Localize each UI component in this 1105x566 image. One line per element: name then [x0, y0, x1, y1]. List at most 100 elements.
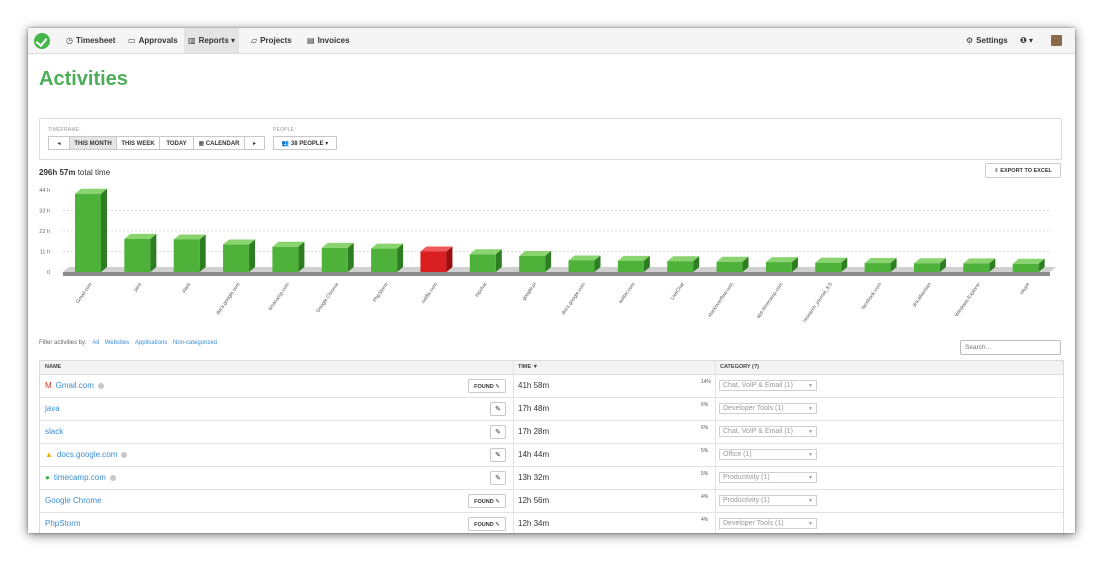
bar [617, 260, 644, 272]
this-week-button[interactable]: THIS WEEK [116, 136, 160, 150]
timecamp-icon: ● [45, 473, 50, 482]
col-name-header[interactable]: NAME [40, 361, 513, 374]
today-button[interactable]: TODAY [159, 136, 194, 150]
table-row[interactable]: ● timecamp.com ✎ 13h 32m 5% Productivity … [40, 467, 1063, 490]
timeframe-filter-panel: TIMEFRAME: PEOPLE: ◂ THIS MONTH THIS WEE… [39, 118, 1062, 160]
bar-side [347, 242, 354, 272]
category-select[interactable]: Office (1) ▼ [719, 449, 817, 460]
table-row[interactable]: slack ✎ 17h 28m 6% Chat, VoIP & Email (1… [40, 421, 1063, 444]
export-to-excel-button[interactable]: ⇩ EXPORT TO EXCEL [985, 163, 1061, 178]
table-row[interactable]: Google Chrome FOUND ✎ 12h 56m 4% Product… [40, 490, 1063, 513]
table-row[interactable]: ▲ docs.google.com ✎ 14h 44m 5% Office (1)… [40, 444, 1063, 467]
activity-name: Google Chrome [45, 490, 101, 512]
category-select[interactable]: Chat, VoIP & Email (1) ▼ [719, 426, 817, 437]
bar [1012, 263, 1039, 272]
y-tick-label: 22 h [39, 229, 50, 235]
tag-icon[interactable]: ✎ [490, 425, 506, 439]
invoice-icon: ▤ [307, 36, 315, 45]
activity-percent: 6% [701, 402, 709, 408]
activities-bar-chart: 44 h 33 h 22 h 11 h 0 Gmail.com java slack docs.… [39, 188, 1056, 324]
nav-projects[interactable]: ▱ Projects [247, 28, 296, 53]
filter-applications[interactable]: Applications [135, 340, 167, 346]
x-tick-label: google.pl [521, 282, 538, 302]
tag-icon[interactable]: ✎ [490, 402, 506, 416]
bar-side [298, 241, 305, 272]
nav-invoices[interactable]: ▤ Invoices [303, 28, 354, 53]
activity-percent: 4% [701, 494, 709, 500]
table-row[interactable]: java ✎ 17h 48m 6% Developer Tools (1) ▼ [40, 398, 1063, 421]
table-body: M Gmail.com FOUND ✎ 41h 58m 14% Chat, VoI… [40, 375, 1063, 533]
activity-name-link[interactable]: java [45, 404, 60, 413]
calendar-button[interactable]: ▦ CALENDAR [193, 136, 245, 150]
info-icon[interactable] [121, 451, 128, 458]
filter-non-categorized[interactable]: Non-categorized [173, 340, 217, 346]
info-icon[interactable] [109, 474, 116, 481]
info-icon[interactable] [97, 382, 104, 389]
bar [371, 248, 398, 272]
user-avatar[interactable] [1051, 35, 1062, 46]
category-select[interactable]: Chat, VoIP & Email (1) ▼ [719, 380, 817, 391]
activity-type-filter: Filter activities by: All Websites Appli… [39, 340, 217, 346]
bar [75, 193, 101, 272]
filter-websites[interactable]: Websites [105, 340, 130, 346]
x-tick-label: LiveChat [670, 281, 687, 301]
activity-name: ▲ docs.google.com [45, 444, 128, 466]
bar [124, 238, 151, 272]
tag-icon[interactable]: ✎ [490, 471, 506, 485]
people-dropdown[interactable]: 👥 38 PEOPLE ▾ [273, 136, 337, 150]
activity-name-link[interactable]: docs.google.com [57, 450, 117, 459]
nav-approvals[interactable]: ▭ Approvals [124, 28, 182, 53]
activity-time: 13h 32m [518, 473, 550, 482]
activity-time: 17h 48m [518, 404, 550, 413]
previous-period-button[interactable]: ◂ [48, 136, 70, 150]
x-tick-label: jira.atlassian [911, 282, 933, 309]
help-menu[interactable]: ❶ ▾ [1016, 28, 1037, 53]
activity-name-link[interactable]: Google Chrome [45, 496, 101, 505]
bar [519, 255, 546, 272]
bar [716, 261, 743, 272]
activity-name-link[interactable]: PhpStorm [45, 519, 81, 528]
table-row[interactable]: M Gmail.com FOUND ✎ 41h 58m 14% Chat, VoI… [40, 375, 1063, 398]
category-select[interactable]: Productivity (1) ▼ [719, 495, 817, 506]
bar [913, 263, 940, 272]
found-tag-button[interactable]: FOUND ✎ [468, 494, 506, 508]
table-row[interactable]: PhpStorm FOUND ✎ 12h 34m 4% Developer To… [40, 513, 1063, 533]
bar-side [397, 243, 404, 272]
bar [173, 239, 200, 272]
activities-table: NAME TIME ▼ CATEGORY (?) M Gmail.com FOUN… [39, 360, 1064, 533]
x-tick-label: java [132, 282, 143, 294]
col-category-header[interactable]: CATEGORY (?) [715, 361, 759, 374]
x-tick-label: PhpStorm [372, 282, 390, 304]
x-tick-label: docs.google.com [561, 282, 588, 316]
activity-percent: 5% [701, 448, 709, 454]
filter-all[interactable]: All [92, 340, 99, 346]
search-input[interactable] [960, 340, 1061, 355]
found-tag-button[interactable]: FOUND ✎ [468, 379, 506, 393]
bar [223, 244, 250, 272]
activity-name-link[interactable]: Gmail.com [56, 381, 94, 390]
activity-name-link[interactable]: timecamp.com [54, 473, 106, 482]
x-tick-label: Windows Explorer [954, 281, 982, 318]
x-tick-label: hipchat [474, 281, 489, 298]
category-select[interactable]: Productivity (1) ▼ [719, 472, 817, 483]
chevron-down-icon: ▼ [808, 521, 813, 527]
y-tick-label: 44 h [39, 188, 50, 194]
col-time-header[interactable]: TIME ▼ [513, 361, 715, 374]
this-month-button[interactable]: THIS MONTH [69, 136, 117, 150]
nav-reports[interactable]: ▥ Reports ▾ [184, 28, 240, 53]
bar [667, 261, 694, 272]
y-tick-label: 11 h [40, 250, 50, 256]
info-icon: ❶ ▾ [1020, 36, 1034, 45]
bar [420, 251, 447, 272]
bar [864, 263, 891, 272]
found-tag-button[interactable]: FOUND ✎ [468, 517, 506, 531]
nav-timesheet[interactable]: ◷ Timesheet [62, 28, 119, 53]
tag-icon[interactable]: ✎ [490, 448, 506, 462]
timecamp-logo-icon[interactable] [34, 33, 50, 49]
gmail-icon: M [45, 381, 52, 390]
category-select[interactable]: Developer Tools (1) ▼ [719, 403, 817, 414]
nav-settings[interactable]: ⚙ Settings [962, 28, 1012, 53]
next-period-button[interactable]: ▸ [244, 136, 265, 150]
activity-name-link[interactable]: slack [45, 427, 63, 436]
category-select[interactable]: Developer Tools (1) ▼ [719, 518, 817, 529]
